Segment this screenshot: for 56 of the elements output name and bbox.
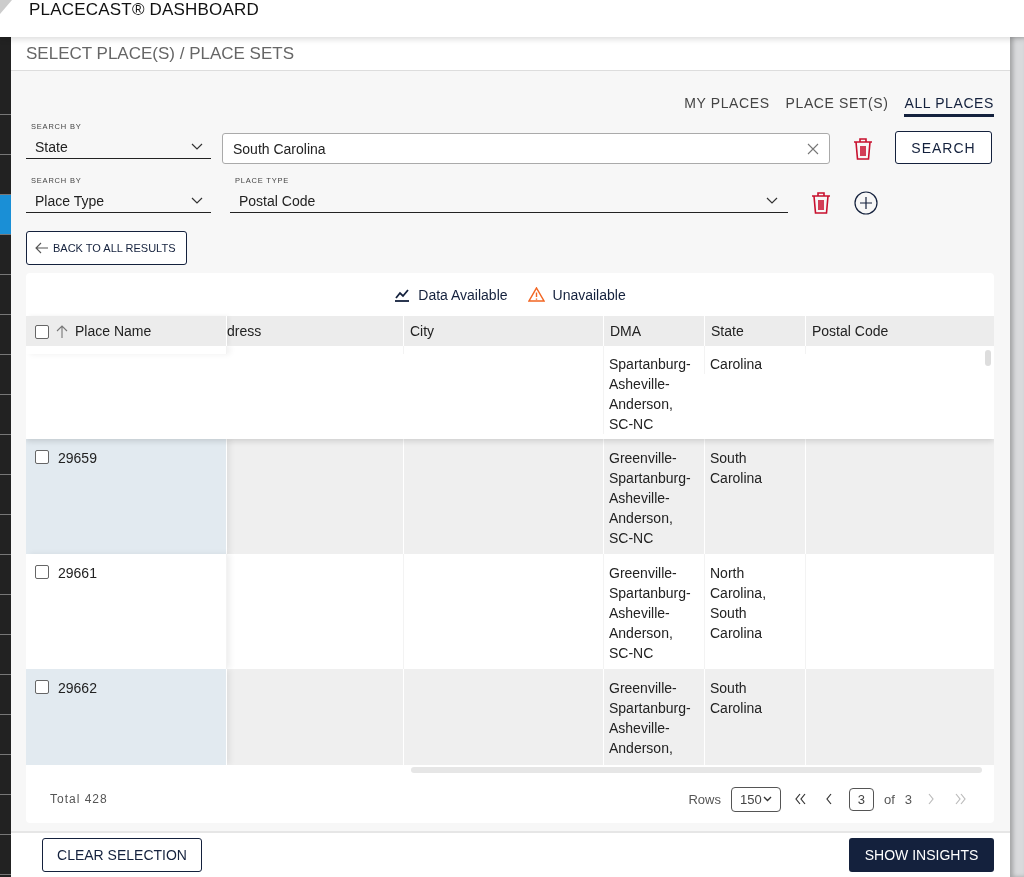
rows-label: Rows <box>688 791 721 807</box>
sort-up-icon[interactable] <box>56 324 68 338</box>
app-title: PLACECAST® DASHBOARD <box>29 0 260 20</box>
column-header[interactable]: Place Name <box>26 316 226 346</box>
legend-label: Unavailable <box>552 286 626 303</box>
tab[interactable]: MY PLACES <box>684 95 770 117</box>
double-chevron-right-icon <box>953 792 968 806</box>
legend-label: Data Available <box>418 286 508 303</box>
clear-icon[interactable] <box>807 142 819 155</box>
table-cell: South Carolina <box>710 450 763 486</box>
table-row[interactable]: 29659 Greenville-Spartanburg-Asheville-Anderson, SC-NC South Carolina <box>26 439 994 554</box>
logo-icon <box>0 0 12 14</box>
table-cell-text: 29659 <box>58 449 97 468</box>
scrollbar-thumb[interactable] <box>985 350 991 366</box>
search-button[interactable]: SEARCH <box>895 131 992 164</box>
table-cell: Greenville-Spartanburg-Asheville-Anderson, SC-NC <box>609 565 691 661</box>
table-cell-text: 29661 <box>58 564 97 583</box>
type-value-dropdown[interactable]: Postal Code <box>230 190 788 213</box>
table-row[interactable]: Spartanburg-Asheville-Anderson, SC-NC Carolina <box>26 346 994 439</box>
table-cell: Greenville-Spartanburg-Asheville-Anderson, <box>609 680 691 756</box>
chevron-down-icon <box>762 796 772 802</box>
table-cell: North Carolina, South Carolina <box>710 565 767 641</box>
table-cell: Spartanburg-Asheville-Anderson, SC-NC <box>609 356 691 432</box>
select-all-checkbox[interactable] <box>35 325 49 339</box>
chevron-down-icon <box>191 143 203 151</box>
clear-selection-button[interactable]: CLEAR SELECTION <box>42 838 202 872</box>
back-button[interactable]: BACK TO ALL RESULTS <box>26 231 187 265</box>
row-checkbox[interactable] <box>35 450 49 464</box>
tab[interactable]: ALL PLACES <box>904 95 994 117</box>
warning-icon <box>527 287 545 302</box>
show-insights-button[interactable]: SHOW INSIGHTS <box>849 838 994 872</box>
trash-icon[interactable] <box>810 191 832 215</box>
table-cell: Greenville-Spartanburg-Asheville-Anderson, SC-NC <box>609 450 691 546</box>
row-checkbox[interactable] <box>35 565 49 579</box>
page-input[interactable]: 3 <box>848 787 874 811</box>
table-cell-text: 29662 <box>58 679 97 698</box>
search-by-dropdown[interactable]: State <box>26 136 211 159</box>
row-checkbox[interactable] <box>35 680 49 694</box>
table-row[interactable]: 29662 Greenville-Spartanburg-Asheville-Anderson, South Carolina <box>26 669 994 765</box>
chart-line-icon <box>394 287 411 302</box>
arrow-left-icon <box>35 242 49 254</box>
chevron-down-icon <box>766 197 778 205</box>
page-count: 3 <box>904 791 912 807</box>
chevron-down-icon <box>191 197 203 205</box>
search-field[interactable]: South Carolina <box>222 133 830 164</box>
dialog-title: SELECT PLACE(S) / PLACE SETS <box>11 37 1010 71</box>
total-count: Total 428 <box>50 792 109 806</box>
tab[interactable]: PLACE SET(S) <box>785 95 889 117</box>
of-label: of <box>883 791 895 807</box>
add-icon[interactable] <box>854 191 878 215</box>
horizontal-scrollbar[interactable] <box>411 767 982 773</box>
table-cell: South Carolina <box>710 680 763 716</box>
table-cell: Carolina <box>710 356 763 372</box>
rows-per-page-dropdown[interactable]: 150 <box>730 786 781 812</box>
trash-icon[interactable] <box>852 137 874 161</box>
search-by-dropdown[interactable]: Place Type <box>26 190 211 213</box>
